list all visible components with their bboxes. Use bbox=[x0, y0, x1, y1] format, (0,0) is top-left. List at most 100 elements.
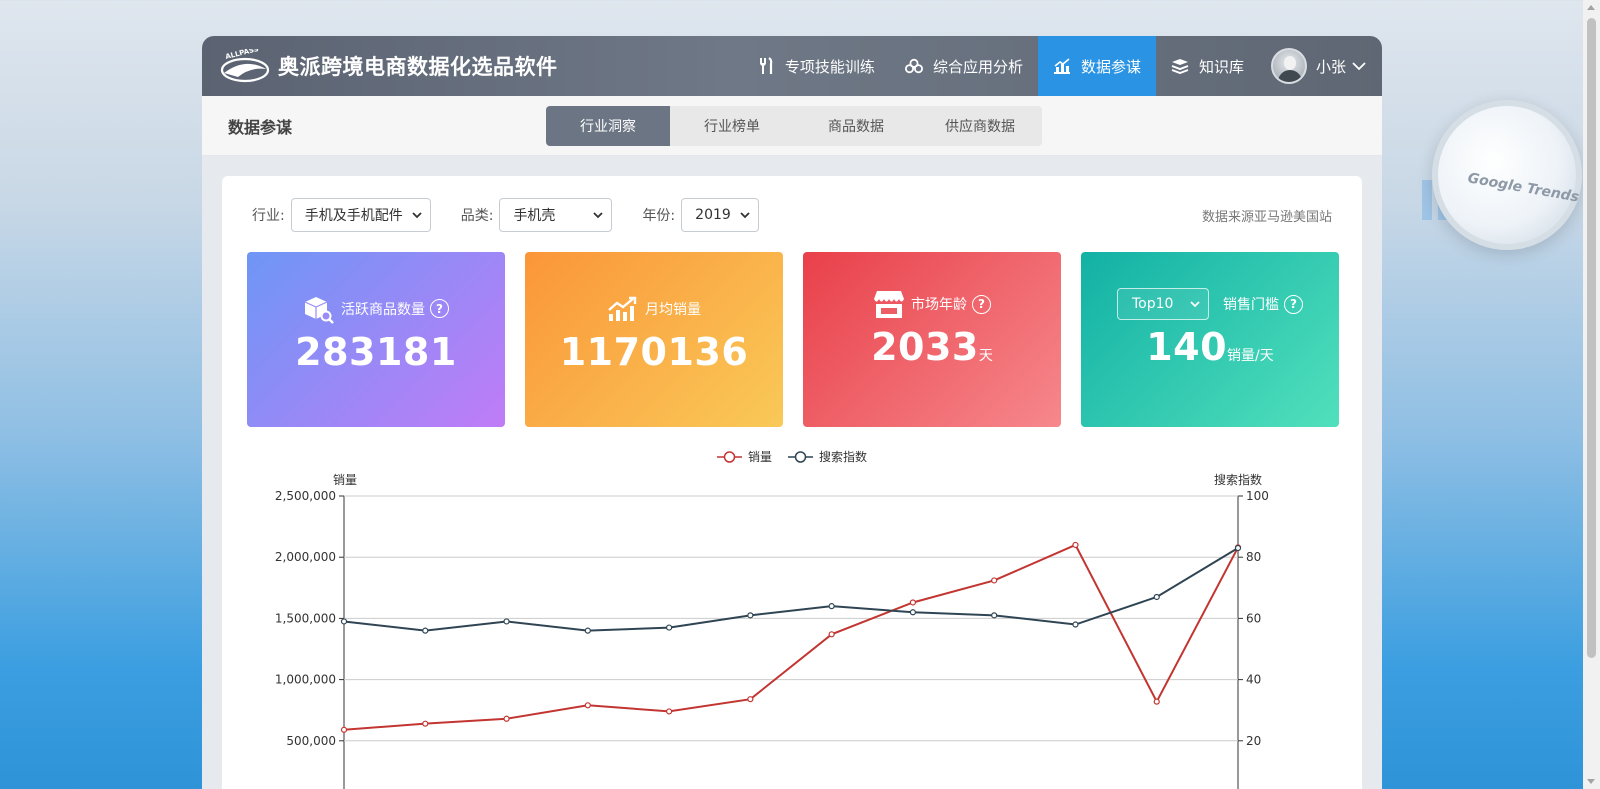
box-search-icon bbox=[303, 294, 335, 324]
y-right-tick-label: 40 bbox=[1246, 673, 1261, 687]
coins-icon bbox=[904, 57, 923, 75]
chart-legend: 销量 搜索指数 bbox=[222, 448, 1362, 465]
legend-item-sales[interactable]: 销量 bbox=[716, 448, 772, 465]
y-left-axis-title: 销量 bbox=[333, 473, 357, 487]
data-point-search-index bbox=[909, 609, 917, 616]
help-icon[interactable]: ? bbox=[1284, 294, 1303, 314]
stat-value: 283181 bbox=[295, 329, 457, 374]
app-window: ALLPASS 奥派跨境电商数据化选品软件 专项技能训练 综合应用分析 数据参谋… bbox=[202, 36, 1382, 789]
nav-item-label: 综合应用分析 bbox=[932, 57, 1023, 76]
nav-item-label: 专项技能训练 bbox=[784, 57, 875, 76]
category-select-value: 手机壳 bbox=[513, 208, 556, 224]
nav-item-comprehensive-analysis[interactable]: 综合应用分析 bbox=[890, 36, 1038, 96]
data-point-sales bbox=[665, 708, 673, 715]
stat-label: 月均销量 bbox=[645, 301, 701, 318]
stat-card-monthly-sales: 月均销量 1170136 bbox=[525, 252, 783, 427]
app-title: 奥派跨境电商数据化选品软件 bbox=[278, 55, 558, 79]
y-right-tick-label: 80 bbox=[1246, 550, 1261, 564]
bar-chart-icon bbox=[1053, 57, 1071, 75]
chevron-down-icon bbox=[412, 211, 422, 218]
sales-search-line-chart: 销量 搜索指数 2,500,000 100 2,000,000 80 1,500,000… bbox=[275, 472, 1269, 789]
stat-label: 销售门槛 bbox=[1223, 297, 1279, 313]
books-icon bbox=[1171, 57, 1189, 75]
y-left-tick-label: 1,500,000 bbox=[275, 611, 336, 625]
data-point-sales bbox=[340, 726, 348, 733]
category-label: 品类: bbox=[460, 208, 494, 224]
stat-cards: 活跃商品数量 ? 283181 月均销量 1170136 市场年龄 ? 2033… bbox=[247, 252, 1339, 427]
series-line-sales bbox=[343, 543, 1239, 731]
nav-item-data-advisor[interactable]: 数据参谋 bbox=[1037, 36, 1156, 96]
trend-up-chart-icon bbox=[607, 296, 639, 322]
data-point-sales bbox=[991, 577, 998, 584]
stat-unit: 销量/天 bbox=[1227, 348, 1274, 364]
tab-industry-insight[interactable]: 行业洞察 bbox=[546, 106, 670, 146]
stat-card-sales-threshold: Top10 销售门槛 ? 140销量/天 bbox=[1081, 252, 1339, 427]
help-icon[interactable]: ? bbox=[430, 299, 449, 318]
industry-label: 行业: bbox=[252, 208, 285, 224]
nav-item-label: 数据参谋 bbox=[1080, 57, 1141, 76]
filter-bar: 行业: 手机及手机配件 品类: 手机壳 年份: 2019 bbox=[252, 198, 760, 232]
year-select-value: 2019 bbox=[695, 207, 731, 223]
background-magnifier-illustration: Google Trends bbox=[1382, 60, 1582, 300]
stat-card-market-age: 市场年龄 ? 2033天 bbox=[803, 252, 1061, 427]
scroll-up-icon[interactable] bbox=[1587, 5, 1595, 10]
data-point-search-index bbox=[503, 618, 510, 625]
stat-unit: 天 bbox=[978, 348, 993, 364]
chart-lines bbox=[343, 543, 1239, 731]
legend-label: 搜索指数 bbox=[819, 450, 868, 464]
y-right-axis-title: 搜索指数 bbox=[1214, 472, 1262, 487]
top-navigation: ALLPASS 奥派跨境电商数据化选品软件 专项技能训练 综合应用分析 数据参谋… bbox=[202, 36, 1382, 96]
year-label: 年份: bbox=[642, 208, 676, 224]
avatar[interactable] bbox=[1270, 48, 1307, 84]
sub-header: 数据参谋 行业洞察 行业榜单 商品数据 供应商数据 bbox=[202, 96, 1382, 156]
data-point-search-index bbox=[340, 618, 348, 625]
tab-product-data[interactable]: 商品数据 bbox=[794, 106, 918, 146]
page-scrollbar[interactable] bbox=[1583, 0, 1600, 789]
data-point-sales bbox=[1072, 541, 1079, 549]
y-left-tick-label: 500,000 bbox=[286, 734, 336, 748]
data-point-sales bbox=[422, 720, 429, 727]
tab-supplier-data[interactable]: 供应商数据 bbox=[918, 106, 1042, 146]
y-left-tick-label: 2,000,000 bbox=[275, 550, 336, 564]
nav-item-label: 知识库 bbox=[1198, 57, 1244, 76]
help-icon[interactable]: ? bbox=[972, 294, 991, 314]
legend-item-search-index[interactable]: 搜索指数 bbox=[788, 448, 867, 465]
data-point-sales bbox=[909, 599, 917, 606]
data-point-search-index bbox=[1234, 544, 1242, 552]
industry-select-value: 手机及手机配件 bbox=[304, 208, 403, 224]
industry-select[interactable]: 手机及手机配件 bbox=[290, 198, 431, 232]
data-point-search-index bbox=[1153, 593, 1160, 601]
brand[interactable]: ALLPASS 奥派跨境电商数据化选品软件 bbox=[202, 49, 558, 83]
data-point-search-index bbox=[747, 612, 754, 619]
magnifier-lens-decoration bbox=[1432, 100, 1582, 250]
main-nav: 专项技能训练 综合应用分析 数据参谋 知识库 小张 bbox=[742, 36, 1382, 96]
data-point-search-index bbox=[1072, 621, 1079, 628]
tab-industry-ranking[interactable]: 行业榜单 bbox=[670, 106, 794, 146]
section-tabs: 行业洞察 行业榜单 商品数据 供应商数据 bbox=[546, 106, 1042, 146]
top-n-select[interactable]: Top10 bbox=[1117, 288, 1209, 320]
chevron-down-icon bbox=[1352, 62, 1366, 71]
user-name: 小张 bbox=[1315, 57, 1346, 76]
chevron-down-icon bbox=[593, 211, 604, 218]
stat-value: 1170136 bbox=[559, 329, 749, 374]
user-menu[interactable]: 小张 bbox=[1259, 36, 1382, 96]
nav-item-skill-training[interactable]: 专项技能训练 bbox=[742, 36, 890, 96]
page-title: 数据参谋 bbox=[228, 117, 293, 137]
top-n-select-value: Top10 bbox=[1132, 296, 1174, 312]
year-select[interactable]: 2019 bbox=[681, 198, 760, 232]
data-point-search-index bbox=[991, 612, 998, 619]
nav-item-knowledge-base[interactable]: 知识库 bbox=[1156, 36, 1259, 96]
category-select[interactable]: 手机壳 bbox=[499, 198, 613, 232]
data-point-sales bbox=[747, 696, 754, 703]
data-point-search-index bbox=[422, 627, 429, 634]
legend-label: 销量 bbox=[747, 450, 772, 464]
stat-value: 2033天 bbox=[871, 325, 993, 369]
data-point-sales bbox=[1153, 698, 1160, 705]
data-point-sales bbox=[828, 631, 835, 638]
stat-label: 活跃商品数量 bbox=[341, 301, 425, 318]
y-right-tick-label: 20 bbox=[1246, 734, 1261, 748]
y-right-tick-label: 100 bbox=[1246, 489, 1269, 503]
scroll-down-icon[interactable] bbox=[1587, 779, 1595, 784]
data-point-sales bbox=[503, 715, 510, 722]
scrollbar-thumb[interactable] bbox=[1587, 18, 1596, 658]
